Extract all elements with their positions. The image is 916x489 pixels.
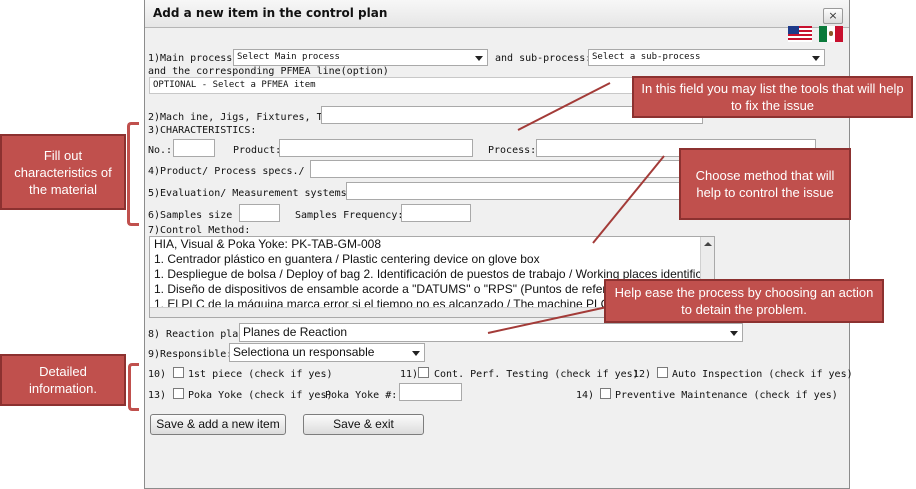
save-exit-button[interactable]: Save & exit (303, 414, 424, 435)
poka-yoke-text: Poka Yoke (check if yes) (188, 390, 333, 401)
item-11-label: 11) (400, 369, 419, 380)
detailed-callout: Detailed information. (0, 354, 126, 406)
specs-input[interactable] (310, 160, 694, 178)
samples-size-input[interactable] (239, 204, 280, 222)
pfmea-value: OPTIONAL - Select a PFMEA item (153, 80, 316, 90)
samples-frequency-input[interactable] (401, 204, 471, 222)
poka-yoke-number-label: Poka Yoke #: (325, 390, 398, 401)
pfmea-label: and the corresponding PFMEA line(option) (148, 66, 389, 77)
save-add-new-button[interactable]: Save & add a new item (150, 414, 286, 435)
chevron-down-icon (812, 56, 820, 61)
chevron-down-icon (412, 351, 420, 356)
item-14-label: 14) (576, 390, 595, 401)
control-method-label: 7)Control Method: (148, 225, 251, 236)
process-label: Process: (488, 145, 537, 156)
details-bracket (128, 363, 139, 411)
cont-perf-testing-checkbox[interactable] (418, 367, 429, 378)
evaluation-label: 5)Evaluation/ Measurement systems: (148, 188, 353, 199)
dialog-titlebar: Add a new item in the control plan × (145, 0, 849, 28)
poka-yoke-number-input[interactable] (399, 383, 462, 401)
chevron-down-icon (475, 56, 483, 61)
close-button[interactable]: × (823, 8, 843, 24)
first-piece-checkbox[interactable] (173, 367, 184, 378)
samples-size-label: 6)Samples size : (148, 210, 245, 221)
sub-process-select[interactable]: Select a sub-process (588, 49, 825, 66)
preventive-maintenance-checkbox[interactable] (600, 388, 611, 399)
pfmea-select[interactable]: OPTIONAL - Select a PFMEA item (149, 77, 689, 94)
sub-process-value: Select a sub-process (592, 52, 701, 62)
characteristics-label: 3)CHARACTERISTICS: (148, 125, 257, 136)
mexico-flag-icon[interactable] (819, 26, 843, 42)
chevron-down-icon (730, 331, 738, 336)
tools-callout: In this field you may list the tools tha… (632, 76, 913, 118)
item-13-label: 13) (148, 390, 167, 401)
item-10-label: 10) (148, 369, 167, 380)
poka-yoke-checkbox[interactable] (173, 388, 184, 399)
main-process-value: Select Main process (237, 52, 340, 62)
number-label: No.: (148, 145, 173, 156)
responsible-label: 9)Responsible: (148, 349, 233, 360)
characteristics-bracket (127, 122, 139, 226)
auto-inspection-text: Auto Inspection (check if yes) (672, 369, 853, 380)
sub-process-label: and sub-process: (495, 53, 592, 64)
reaction-callout: Help ease the process by choosing an act… (604, 279, 884, 323)
main-process-label: 1)Main process: (148, 53, 239, 64)
reaction-plan-label: 8) Reaction plan: (148, 329, 251, 340)
number-input[interactable] (173, 139, 215, 157)
control-method-line: HIA, Visual & Poka Yoke: PK-TAB-GM-008 (154, 237, 381, 251)
responsible-select[interactable]: Selectiona un responsable (229, 343, 425, 362)
us-flag-icon[interactable] (788, 26, 812, 42)
first-piece-text: 1st piece (check if yes) (188, 369, 333, 380)
responsible-value: Selectiona un responsable (233, 345, 375, 359)
control-method-line: 1. Centrador plástico en guantera / Plas… (154, 252, 540, 266)
auto-inspection-checkbox[interactable] (657, 367, 668, 378)
reaction-plan-value: Planes de Reaction (243, 325, 348, 339)
main-process-select[interactable]: Select Main process (233, 49, 488, 66)
preventive-maintenance-text: Preventive Maintenance (check if yes) (615, 390, 838, 401)
characteristics-callout: Fill out characteristics of the material (0, 134, 126, 210)
dialog-title: Add a new item in the control plan (153, 6, 388, 20)
method-callout: Choose method that will help to control … (679, 148, 851, 220)
cont-perf-testing-text: Cont. Perf. Testing (check if yes) (434, 369, 639, 380)
product-label: Product: (233, 145, 282, 156)
evaluation-input[interactable] (346, 182, 720, 200)
product-input[interactable] (279, 139, 473, 157)
control-plan-dialog: Add a new item in the control plan × 1)M… (144, 0, 853, 489)
scroll-up-icon[interactable] (704, 242, 712, 246)
item-12-label: 12) (633, 369, 652, 380)
reaction-plan-select[interactable]: Planes de Reaction (239, 323, 743, 342)
specs-label: 4)Product/ Process specs./ Tol: (148, 166, 335, 177)
samples-frequency-label: Samples Frequency: (295, 210, 404, 221)
